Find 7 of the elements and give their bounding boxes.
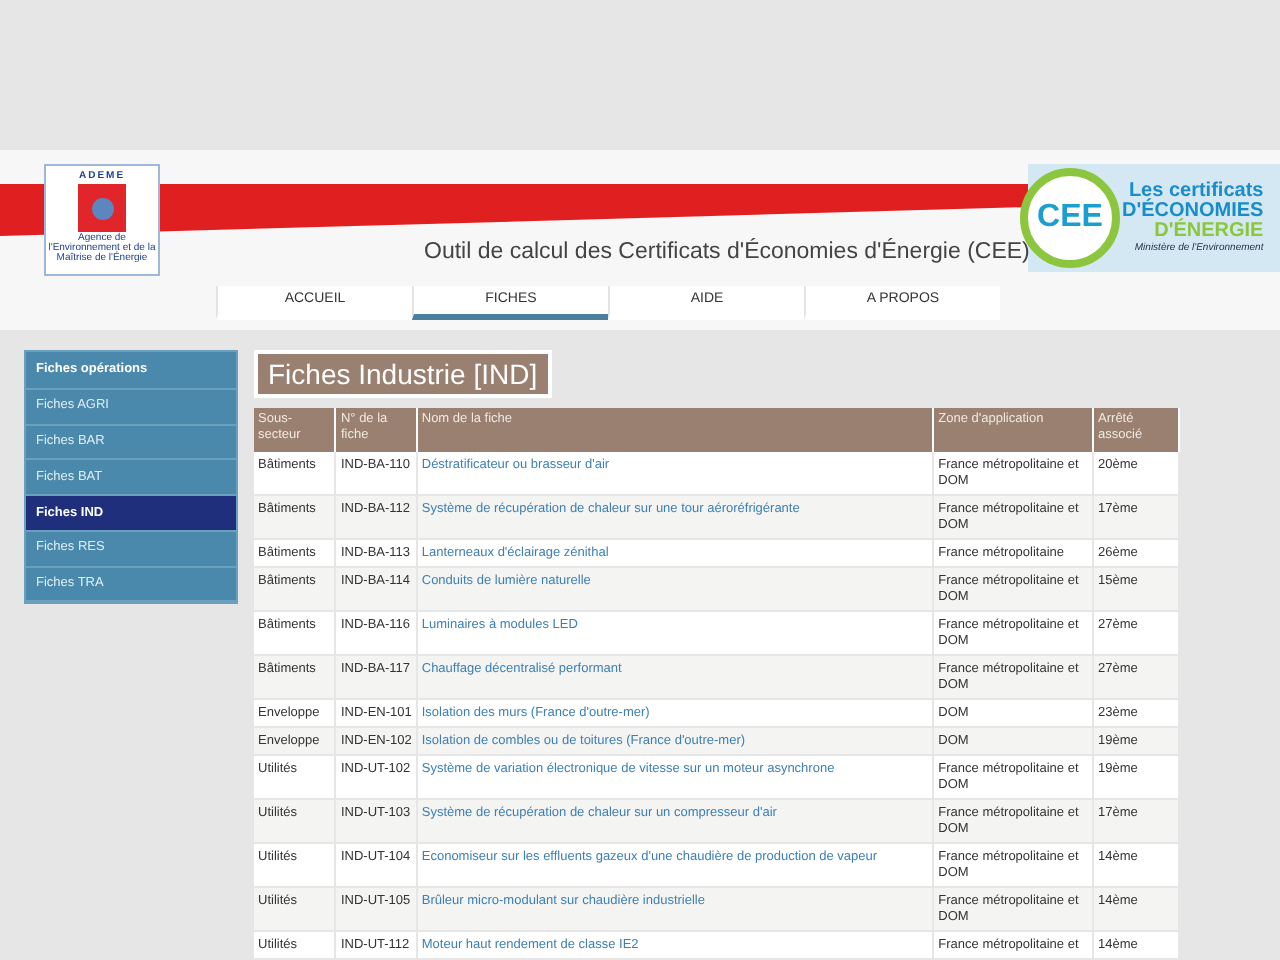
page-title: Fiches Industrie [IND] [254,350,552,398]
logo-text: D'ÉNERGIE [1154,221,1264,241]
globe-icon [78,184,126,232]
site-title: Outil de calcul des Certificats d'Économies d'Énergie (CEE) [424,236,1030,268]
logo-text: D'ÉCONOMIES [1122,201,1264,221]
badge-text: CEE [1037,198,1103,238]
logo-text: Les certificats [1128,181,1264,201]
